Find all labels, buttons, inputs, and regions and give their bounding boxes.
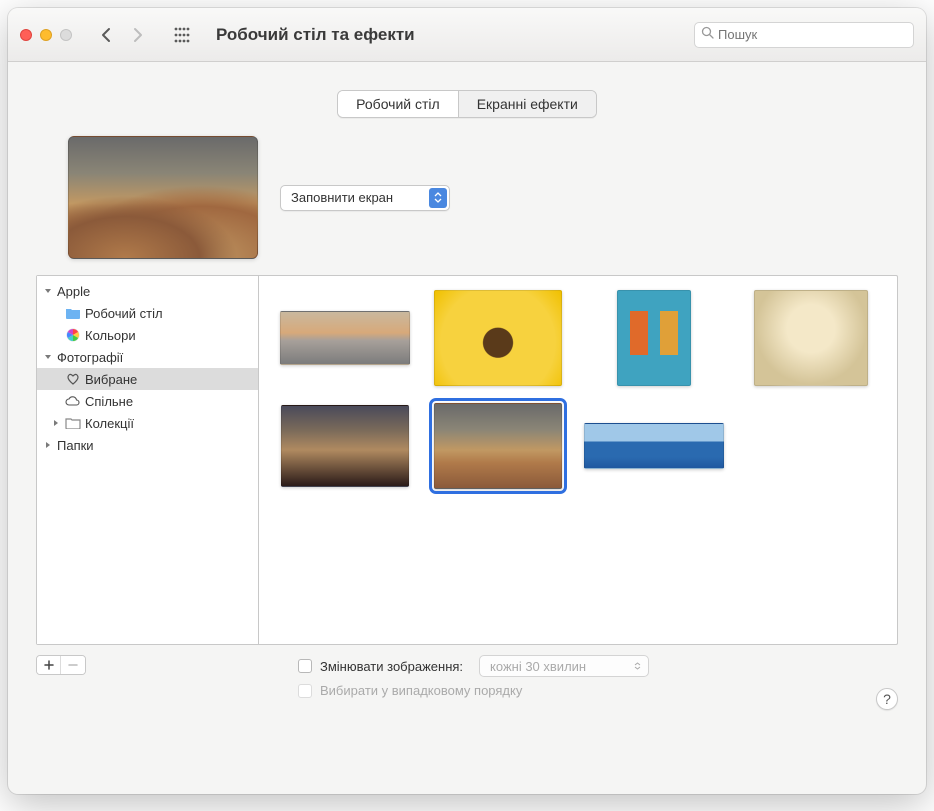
sidebar-item-shared[interactable]: Спільне bbox=[37, 390, 258, 412]
nav-buttons bbox=[92, 23, 152, 47]
sidebar-group-photos[interactable]: Фотографії bbox=[37, 346, 258, 368]
fill-mode-value: Заповнити екран bbox=[291, 190, 393, 205]
show-all-button[interactable] bbox=[168, 23, 196, 47]
random-order-label: Вибирати у випадковому порядку bbox=[320, 683, 522, 698]
window-title: Робочий стіл та ефекти bbox=[216, 25, 686, 45]
help-icon: ? bbox=[883, 691, 891, 707]
chevron-right-icon bbox=[43, 440, 53, 450]
change-interval-value: кожні 30 хвилин bbox=[490, 659, 586, 674]
random-order-row: Вибирати у випадковому порядку bbox=[298, 683, 649, 698]
sidebar-item-favorites[interactable]: Вибране bbox=[37, 368, 258, 390]
heart-icon bbox=[65, 371, 81, 387]
search-field[interactable] bbox=[694, 22, 914, 48]
sidebar-label: Спільне bbox=[85, 394, 133, 409]
wallpaper-thumb[interactable] bbox=[279, 288, 412, 388]
tab-segmented-control: Робочий стіл Екранні ефекти bbox=[337, 90, 597, 118]
sidebar-group-apple[interactable]: Apple bbox=[37, 280, 258, 302]
updown-icon bbox=[429, 188, 447, 208]
search-icon bbox=[701, 26, 714, 44]
chevron-down-icon bbox=[43, 352, 53, 362]
sidebar-item-collections[interactable]: Колекції bbox=[37, 412, 258, 434]
wallpaper-grid bbox=[259, 276, 897, 644]
sidebar-label: Apple bbox=[57, 284, 90, 299]
wallpaper-thumb[interactable] bbox=[279, 396, 412, 496]
window-controls bbox=[20, 29, 72, 41]
add-folder-button[interactable] bbox=[37, 656, 61, 674]
fill-mode-select[interactable]: Заповнити екран bbox=[280, 185, 450, 211]
sidebar-label: Робочий стіл bbox=[85, 306, 163, 321]
change-interval-select: кожні 30 хвилин bbox=[479, 655, 649, 677]
preview-row: Заповнити екран bbox=[8, 136, 926, 275]
sidebar-label: Кольори bbox=[85, 328, 136, 343]
updown-icon bbox=[630, 659, 644, 673]
change-picture-row: Змінювати зображення: кожні 30 хвилин bbox=[298, 655, 649, 677]
tabs-row: Робочий стіл Екранні ефекти bbox=[8, 62, 926, 136]
tab-screensaver[interactable]: Екранні ефекти bbox=[459, 91, 596, 117]
wallpaper-thumb[interactable] bbox=[744, 288, 877, 388]
random-order-checkbox bbox=[298, 684, 312, 698]
chevron-right-icon bbox=[51, 418, 61, 428]
minimize-button[interactable] bbox=[40, 29, 52, 41]
chevron-down-icon bbox=[43, 286, 53, 296]
color-wheel-icon bbox=[65, 327, 81, 343]
source-sidebar: Apple Робочий стіл bbox=[37, 276, 259, 644]
close-button[interactable] bbox=[20, 29, 32, 41]
tab-desktop[interactable]: Робочий стіл bbox=[338, 91, 459, 117]
sidebar-item-desktop-pictures[interactable]: Робочий стіл bbox=[37, 302, 258, 324]
back-button[interactable] bbox=[92, 23, 120, 47]
zoom-button bbox=[60, 29, 72, 41]
sidebar-label: Папки bbox=[57, 438, 94, 453]
wallpaper-thumb-selected[interactable] bbox=[432, 396, 565, 496]
forward-button[interactable] bbox=[124, 23, 152, 47]
change-picture-label: Змінювати зображення: bbox=[320, 659, 463, 674]
toolbar: Робочий стіл та ефекти bbox=[8, 8, 926, 62]
help-button[interactable]: ? bbox=[876, 688, 898, 710]
wallpaper-thumb[interactable] bbox=[432, 288, 565, 388]
sidebar-label: Вибране bbox=[85, 372, 137, 387]
search-input[interactable] bbox=[718, 27, 907, 42]
main-split: Apple Робочий стіл bbox=[36, 275, 898, 645]
add-remove-group bbox=[36, 655, 86, 675]
sidebar-label: Фотографії bbox=[57, 350, 123, 365]
minus-icon bbox=[68, 660, 78, 670]
change-picture-checkbox[interactable] bbox=[298, 659, 312, 673]
remove-folder-button bbox=[61, 656, 85, 674]
folder-icon bbox=[65, 305, 81, 321]
preferences-window: Робочий стіл та ефекти Робочий стіл Екра… bbox=[8, 8, 926, 794]
sidebar-label: Колекції bbox=[85, 416, 134, 431]
plus-icon bbox=[44, 660, 54, 670]
sidebar-group-folders[interactable]: Папки bbox=[37, 434, 258, 456]
current-wallpaper-preview bbox=[68, 136, 258, 259]
sidebar-item-colors[interactable]: Кольори bbox=[37, 324, 258, 346]
bottom-controls: Змінювати зображення: кожні 30 хвилин Ви… bbox=[8, 645, 926, 698]
wallpaper-thumb[interactable] bbox=[584, 288, 724, 388]
wallpaper-thumb[interactable] bbox=[584, 396, 724, 496]
cloud-icon bbox=[65, 393, 81, 409]
folder-icon bbox=[65, 415, 81, 431]
